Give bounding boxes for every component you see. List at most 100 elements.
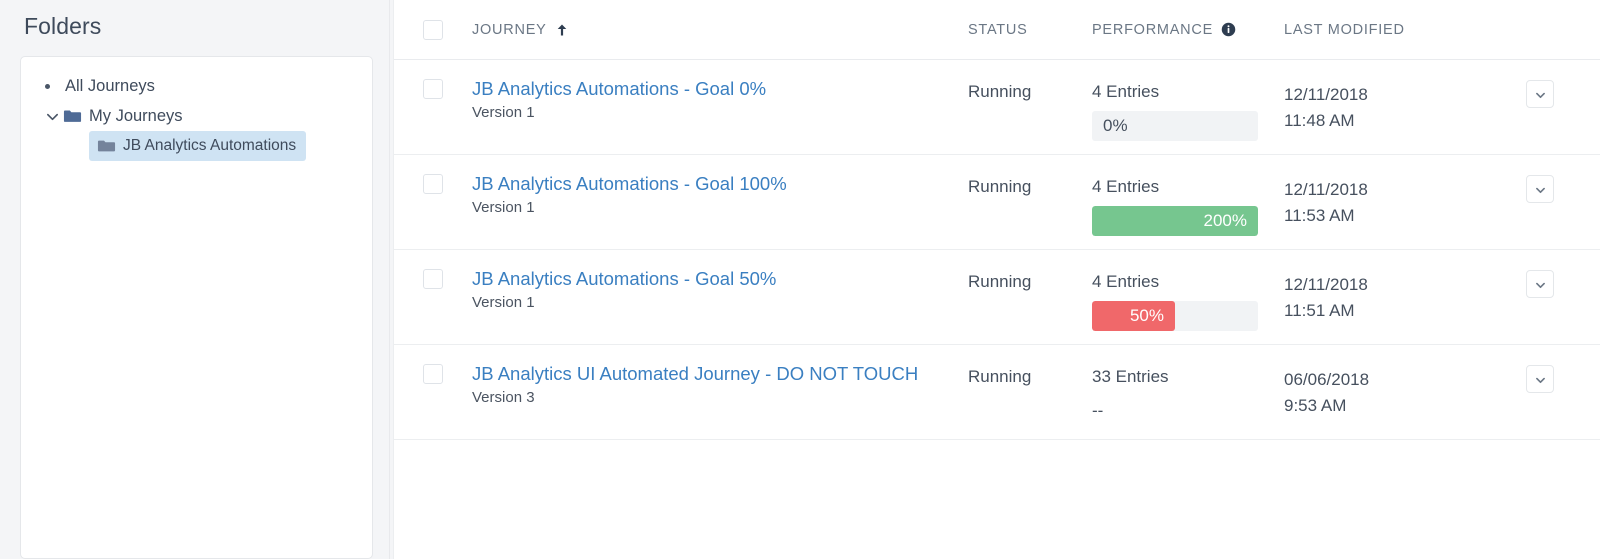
column-header-journey[interactable]: JOURNEY (472, 22, 968, 38)
performance-bar: 0% (1092, 111, 1258, 141)
row-actions-button[interactable] (1526, 80, 1554, 108)
journey-version: Version 3 (472, 388, 535, 406)
row-select-cell[interactable] (394, 250, 472, 289)
journey-cell: JB Analytics Automations - Goal 50% Versi… (472, 250, 968, 311)
sort-ascending-icon[interactable] (556, 23, 568, 37)
table-row[interactable]: JB Analytics Automations - Goal 0% Versio… (394, 60, 1600, 155)
sidebar-item-label: JB Analytics Automations (123, 137, 297, 154)
table-header-row: JOURNEY STATUS PERFORMANCE LAST MODIFIED (394, 0, 1600, 60)
journey-version: Version 1 (472, 103, 535, 121)
column-header-performance[interactable]: PERFORMANCE (1092, 22, 1284, 38)
last-modified-date: 12/11/2018 (1284, 180, 1368, 199)
sidebar-item-my-journeys[interactable]: My Journeys (31, 101, 362, 131)
journeys-page: Folders All Journeys My Journeys JB Anal… (0, 0, 1600, 559)
row-actions-cell (1480, 345, 1600, 393)
last-modified-date: 12/11/2018 (1284, 85, 1368, 104)
table-row[interactable]: JB Analytics UI Automated Journey - DO N… (394, 345, 1600, 440)
row-actions-button[interactable] (1526, 365, 1554, 393)
journey-title-link[interactable]: JB Analytics UI Automated Journey - DO N… (472, 363, 954, 385)
journeys-table: JOURNEY STATUS PERFORMANCE LAST MODIFIED… (393, 0, 1600, 559)
last-modified-date: 06/06/2018 (1284, 370, 1370, 389)
chevron-down-icon (1535, 87, 1545, 102)
status-text: Running (968, 367, 1032, 386)
bullet-icon (45, 83, 50, 89)
column-header-status[interactable]: STATUS (968, 22, 1092, 38)
info-icon[interactable] (1221, 22, 1236, 37)
row-checkbox[interactable] (423, 364, 443, 384)
last-modified-time: 11:51 AM (1284, 300, 1355, 320)
folder-open-icon (63, 108, 89, 124)
entries-count: 4 Entries (1092, 82, 1160, 101)
sidebar-item-label: My Journeys (89, 106, 183, 125)
sidebar-item-all-journeys[interactable]: All Journeys (31, 71, 362, 101)
row-actions-button[interactable] (1526, 175, 1554, 203)
column-header-journey-label: JOURNEY (472, 21, 547, 38)
performance-value: 50% (1129, 306, 1164, 325)
folder-closed-icon (97, 138, 123, 154)
journey-version: Version 1 (472, 198, 535, 216)
journey-cell: JB Analytics UI Automated Journey - DO N… (472, 345, 968, 406)
journey-cell: JB Analytics Automations - Goal 100% Vers… (472, 155, 968, 216)
status-cell: Running (968, 250, 1092, 292)
performance-cell: 33 Entries -- (1092, 345, 1284, 426)
performance-cell: 4 Entries 50% (1092, 250, 1284, 331)
table-empty-space (394, 440, 1600, 559)
folders-sidebar: Folders All Journeys My Journeys JB Anal… (0, 0, 390, 559)
last-modified-cell: 12/11/2018 11:53 AM (1284, 155, 1480, 228)
performance-cell: 4 Entries 0% (1092, 60, 1284, 141)
performance-cell: 4 Entries 200% (1092, 155, 1284, 236)
chevron-down-icon (1535, 277, 1545, 292)
status-cell: Running (968, 345, 1092, 387)
last-modified-time: 11:53 AM (1284, 205, 1355, 225)
column-header-last-modified[interactable]: LAST MODIFIED (1284, 22, 1480, 38)
row-select-cell[interactable] (394, 60, 472, 99)
chevron-down-icon[interactable] (41, 109, 63, 124)
entries-count: 4 Entries (1092, 177, 1160, 196)
performance-bar: 200% (1092, 206, 1258, 236)
select-all-cell[interactable] (394, 19, 472, 40)
table-row[interactable]: JB Analytics Automations - Goal 50% Versi… (394, 250, 1600, 345)
column-header-status-label: STATUS (968, 21, 1028, 38)
performance-bar: 50% (1092, 301, 1258, 331)
row-select-cell[interactable] (394, 345, 472, 384)
journey-title-link[interactable]: JB Analytics Automations - Goal 100% (472, 173, 954, 195)
performance-value: 0% (1103, 116, 1128, 135)
folders-title: Folders (24, 13, 102, 39)
status-cell: Running (968, 155, 1092, 197)
row-select-cell[interactable] (394, 155, 472, 194)
last-modified-cell: 06/06/2018 9:53 AM (1284, 345, 1480, 418)
column-header-last-modified-label: LAST MODIFIED (1284, 21, 1405, 38)
row-checkbox[interactable] (423, 269, 443, 289)
chevron-down-icon (1535, 182, 1545, 197)
chevron-down-icon (1535, 372, 1545, 387)
journey-title-link[interactable]: JB Analytics Automations - Goal 50% (472, 268, 954, 290)
folder-tree-panel: All Journeys My Journeys JB Analytics Au… (20, 56, 373, 559)
row-actions-cell (1480, 250, 1600, 298)
table-body: JB Analytics Automations - Goal 0% Versio… (394, 60, 1600, 440)
entries-count: 33 Entries (1092, 367, 1169, 386)
sidebar-item-label: All Journeys (65, 76, 155, 95)
status-text: Running (968, 82, 1032, 101)
status-cell: Running (968, 60, 1092, 102)
journey-version: Version 1 (472, 293, 535, 311)
row-checkbox[interactable] (423, 174, 443, 194)
last-modified-cell: 12/11/2018 11:51 AM (1284, 250, 1480, 323)
status-text: Running (968, 272, 1032, 291)
sidebar-item-jb-analytics-automations[interactable]: JB Analytics Automations (89, 131, 307, 161)
row-actions-button[interactable] (1526, 270, 1554, 298)
last-modified-time: 9:53 AM (1284, 395, 1347, 415)
select-all-checkbox[interactable] (423, 19, 443, 40)
performance-value: 200% (1203, 211, 1247, 230)
last-modified-cell: 12/11/2018 11:48 AM (1284, 60, 1480, 133)
journey-cell: JB Analytics Automations - Goal 0% Versio… (472, 60, 968, 121)
table-row[interactable]: JB Analytics Automations - Goal 100% Vers… (394, 155, 1600, 250)
last-modified-time: 11:48 AM (1284, 110, 1355, 130)
entries-count: 4 Entries (1092, 272, 1160, 291)
row-actions-cell (1480, 155, 1600, 203)
row-checkbox[interactable] (423, 79, 443, 99)
last-modified-date: 12/11/2018 (1284, 275, 1368, 294)
column-header-performance-label: PERFORMANCE (1092, 21, 1214, 38)
journey-title-link[interactable]: JB Analytics Automations - Goal 0% (472, 78, 954, 100)
row-actions-cell (1480, 60, 1600, 108)
performance-value: -- (1092, 401, 1104, 420)
